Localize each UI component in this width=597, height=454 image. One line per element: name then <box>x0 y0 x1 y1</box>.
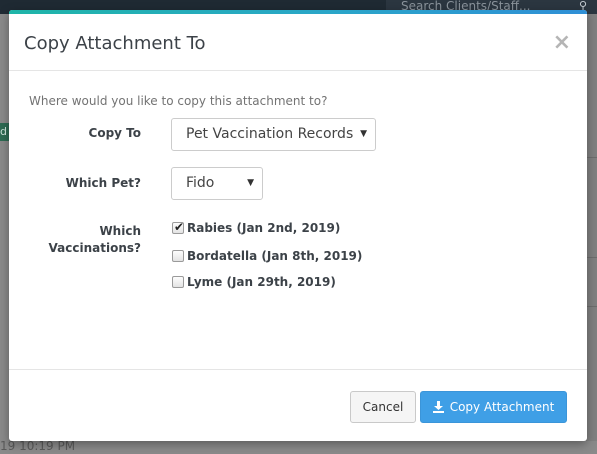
rabies-label[interactable]: Rabies (Jan 2nd, 2019) <box>187 221 340 236</box>
background-divider <box>587 306 597 307</box>
chevron-down-icon: ▼ <box>360 129 367 139</box>
cancel-button[interactable]: Cancel <box>350 391 416 423</box>
background-divider <box>587 257 597 258</box>
background-bottom-strip <box>0 441 597 454</box>
copy-attachment-modal: Copy Attachment To × Where would you lik… <box>9 10 587 441</box>
rabies-checkbox[interactable]: ✔ <box>172 220 185 234</box>
download-icon <box>432 392 444 424</box>
copy-to-selected-value: Pet Vaccination Records <box>186 126 354 142</box>
which-pet-select[interactable]: Fido ▼ <box>171 167 263 200</box>
check-icon: ✔ <box>174 220 185 234</box>
which-pet-label: Which Pet? <box>65 176 141 190</box>
copy-to-label: Copy To <box>88 126 141 140</box>
modal-title: Copy Attachment To <box>24 33 206 54</box>
copy-to-select[interactable]: Pet Vaccination Records ▼ <box>171 118 376 151</box>
which-vaccinations-label: Which Vaccinations? <box>49 223 141 257</box>
which-vaccinations-label-line1: Which <box>99 224 141 238</box>
copy-attachment-button[interactable]: Copy Attachment <box>420 391 567 423</box>
lyme-label[interactable]: Lyme (Jan 29th, 2019) <box>187 275 336 290</box>
which-pet-selected-value: Fido <box>186 175 215 191</box>
close-icon[interactable]: × <box>553 32 571 54</box>
background-divider <box>587 157 597 158</box>
which-vaccinations-label-line2: Vaccinations? <box>48 241 141 255</box>
background-timestamp: 19 10:19 PM <box>0 439 76 453</box>
chevron-down-icon: ▼ <box>247 178 254 188</box>
modal-header: Copy Attachment To × <box>9 14 587 71</box>
copy-attachment-label: Copy Attachment <box>449 400 555 414</box>
bordatella-label[interactable]: Bordatella (Jan 8th, 2019) <box>187 249 362 264</box>
modal-footer: Cancel Copy Attachment <box>9 369 587 441</box>
modal-prompt: Where would you like to copy this attach… <box>29 94 328 108</box>
bordatella-checkbox[interactable] <box>172 250 184 262</box>
background-side-tab: d <box>0 123 9 141</box>
background-left-panel <box>0 14 9 454</box>
lyme-checkbox[interactable] <box>172 276 184 288</box>
background-right-panel <box>587 14 597 454</box>
